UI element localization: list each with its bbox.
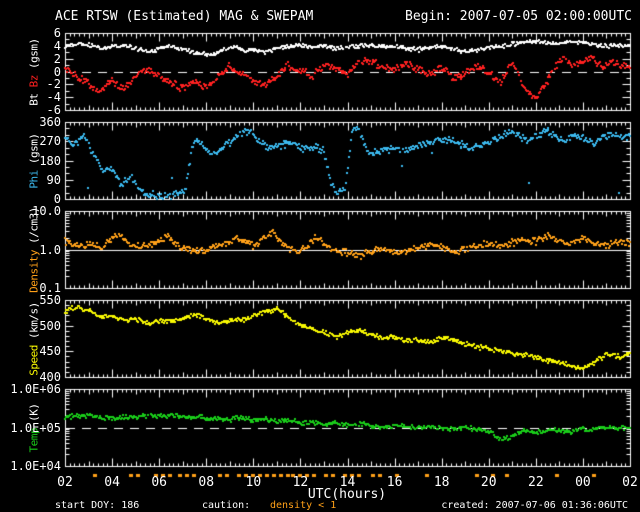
x-tick-label: 20 bbox=[480, 475, 497, 490]
x-tick-label: 02 bbox=[57, 475, 73, 490]
y-tick-label: 450 bbox=[39, 344, 61, 359]
x-tick-label: 10 bbox=[245, 475, 262, 490]
y-tick-label: 1.0 bbox=[39, 242, 61, 257]
x-tick-label: 06 bbox=[151, 475, 167, 490]
x-tick-label: 18 bbox=[433, 475, 450, 490]
x-tick-label: 08 bbox=[198, 475, 215, 490]
y-tick-label: 500 bbox=[39, 318, 61, 333]
y-tick-label: 270 bbox=[39, 134, 61, 149]
y-tick-label: 360 bbox=[39, 115, 61, 129]
x-tick-label: 04 bbox=[104, 475, 120, 490]
begin-timestamp: Begin: 2007-07-05 02:00:00UTC bbox=[405, 9, 632, 24]
caution-density-note: density < 1 bbox=[270, 500, 337, 511]
x-tick-label: 00 bbox=[575, 475, 591, 490]
y-tick-label: 1.0E+06 bbox=[10, 382, 61, 396]
y-axis-label-speed: Speed (km/s) bbox=[28, 302, 41, 375]
y-tick-label: 1.0E+05 bbox=[10, 420, 61, 435]
y-tick-label: 90 bbox=[46, 172, 61, 187]
plot-title: ACE RTSW (Estimated) MAG & SWEPAM bbox=[55, 9, 314, 24]
x-tick-label: 16 bbox=[386, 475, 403, 490]
caution-label: caution: bbox=[202, 500, 251, 511]
y-tick-label: 550 bbox=[39, 293, 61, 307]
x-tick-label: 12 bbox=[292, 475, 309, 490]
y-tick-label: 1.0E+04 bbox=[10, 459, 61, 473]
y-tick-label: 10.0 bbox=[32, 204, 61, 218]
created-timestamp: created: 2007-07-06 01:36:06UTC bbox=[441, 500, 628, 511]
start-doy-label: start DOY: 186 bbox=[55, 500, 140, 511]
chart-canvas bbox=[0, 0, 640, 512]
y-tick-label: 180 bbox=[39, 153, 61, 168]
x-tick-label: 22 bbox=[528, 475, 544, 490]
x-tick-label: 02 bbox=[622, 475, 638, 490]
ace-rtsw-plot: ACE RTSW (Estimated) MAG & SWEPAM Begin:… bbox=[0, 0, 640, 512]
